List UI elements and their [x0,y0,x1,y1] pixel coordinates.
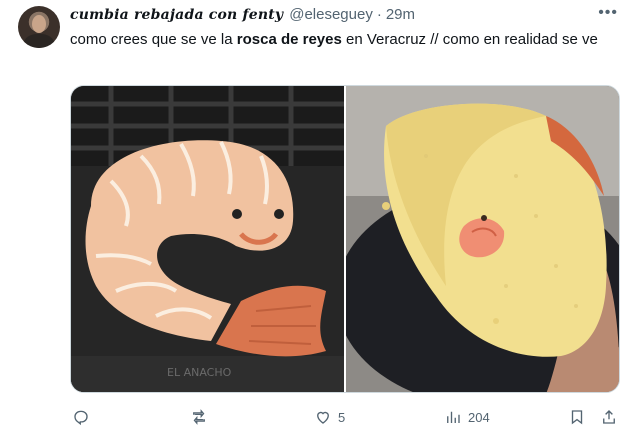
like-count: 5 [338,409,346,425]
media-image-shrimp-cake[interactable]: EL ANACHO [71,86,344,392]
display-name[interactable]: cumbia rebajada con fenty [70,7,283,23]
views-button[interactable]: 204 [444,408,490,426]
timestamp[interactable]: 29m [386,6,415,23]
avatar[interactable] [18,6,60,48]
retweet-button[interactable] [190,408,208,426]
tweet-text-before: como crees que se ve la [70,31,237,48]
like-button[interactable]: 5 [314,408,345,426]
user-handle[interactable]: @eleseguey [289,6,373,23]
bookmark-icon [571,410,583,425]
tweet-text: como crees que se ve la rosca de reyes e… [70,30,618,50]
tweet-media[interactable]: EL ANACHO [70,85,620,393]
share-icon [603,410,615,424]
separator-dot: · [376,6,382,23]
share-button[interactable] [600,408,618,426]
tweet-text-after: en Veracruz // como en realidad se ve [341,31,598,48]
avatar-body [24,34,54,48]
media-image-rosca-real[interactable] [346,86,619,392]
views-icon [447,411,460,423]
tweet-text-bold: rosca de reyes [236,31,342,48]
shrimp-cake-illustration: EL ANACHO [71,86,344,392]
retweet-icon [193,409,205,425]
tweet-header: cumbia rebajada con fenty @eleseguey · 2… [70,6,620,26]
tweet-card[interactable]: cumbia rebajada con fenty @eleseguey · 2… [0,0,640,442]
reply-icon [74,410,88,426]
rosca-bread-illustration [346,86,619,392]
reply-button[interactable] [72,408,90,426]
watermark-text: EL ANACHO [167,366,232,379]
bookmark-button[interactable] [568,408,586,426]
heart-icon [317,411,329,424]
action-bar: 5 204 [70,408,620,430]
avatar-face [32,15,46,33]
more-icon[interactable]: ••• [598,4,618,22]
views-count: 204 [468,409,490,425]
